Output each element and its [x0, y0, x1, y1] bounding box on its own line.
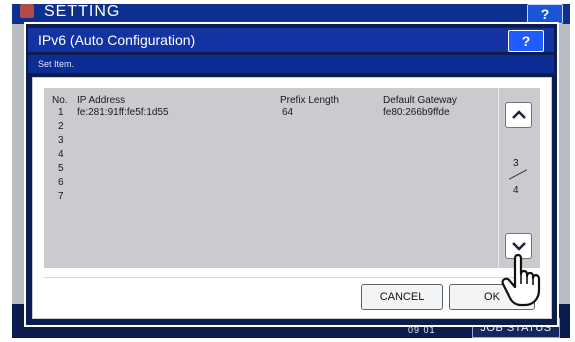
row-number: 2	[58, 121, 64, 132]
scroll-up-button[interactable]	[505, 102, 532, 128]
cancel-button[interactable]: CANCEL	[361, 284, 443, 310]
row-number: 7	[58, 191, 64, 202]
prefix-length-cell: 64	[282, 107, 294, 118]
app-title: SETTING	[44, 3, 121, 20]
column-header-default-gateway: Default Gateway	[383, 95, 457, 106]
machine-logo-icon	[20, 4, 34, 18]
column-header-no: No.	[52, 95, 68, 106]
row-number: 6	[58, 177, 64, 188]
row-number: 1	[58, 107, 64, 118]
chevron-up-icon	[512, 110, 526, 119]
column-header-ip-address: IP Address	[77, 95, 126, 106]
column-header-prefix-length: Prefix Length	[280, 95, 339, 106]
app-help-button[interactable]: ?	[527, 4, 563, 24]
page-total: 4	[513, 185, 519, 196]
row-number: 5	[58, 163, 64, 174]
default-gateway-cell: fe80:266b9ffde	[383, 107, 450, 118]
dialog-hint: Set Item.	[38, 59, 75, 69]
chevron-down-icon	[512, 242, 526, 251]
list-divider	[498, 88, 499, 268]
dialog-title: IPv6 (Auto Configuration)	[38, 32, 196, 48]
row-number: 4	[58, 149, 64, 160]
page-current: 3	[513, 158, 519, 169]
row-number: 3	[58, 135, 64, 146]
dialog-help-button[interactable]: ?	[508, 30, 544, 52]
ip-address-cell: fe:281:91ff:fe5f:1d55	[77, 107, 169, 118]
footer-divider	[44, 277, 540, 278]
dialog-hint-bar	[28, 55, 554, 73]
hand-pointer-icon	[501, 253, 541, 307]
